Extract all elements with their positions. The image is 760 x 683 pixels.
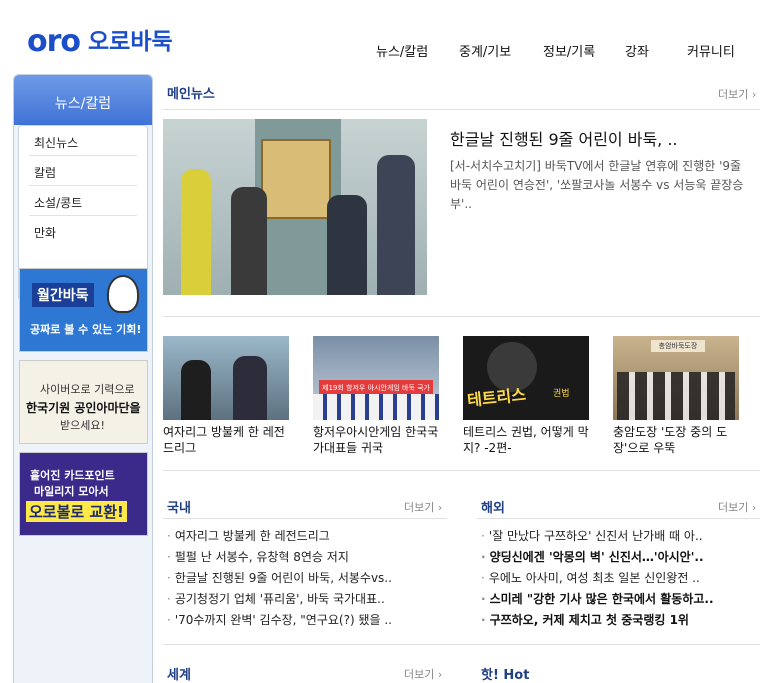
overseas-more-link[interactable]: 더보기 ›: [718, 499, 756, 515]
site-header: oro 오로바둑 뉴스/칼럼 중계/기보 정보/기록 강좌 커뮤니티: [0, 0, 760, 70]
domestic-more-link[interactable]: 더보기 ›: [404, 499, 442, 515]
banner-point-line3: 오로볼로 교환!: [26, 501, 127, 522]
nav-broadcast[interactable]: 중계/기보: [459, 41, 511, 60]
thumb-image-2[interactable]: 제19회 항저우 아시안게임 바둑 국가대표: [313, 336, 439, 420]
sidebar-title: 뉴스/칼럼: [14, 75, 152, 125]
thumb-3-logo: 테트리스: [466, 384, 527, 411]
main-news-more-link[interactable]: 더보기 ›: [718, 86, 756, 102]
overseas-news-title: 해외: [481, 501, 505, 516]
banner-amateur-line1: 사이버오로 기력으로: [40, 383, 135, 396]
banner-point-exchange[interactable]: 흩어진 카드포인트 마일리지 모아서 오로볼로 교환!: [19, 452, 148, 536]
divider: [163, 518, 447, 519]
logo-mark: oro: [27, 24, 81, 59]
main-news-summary[interactable]: [서-서치수고치기] 바둑TV에서 한글날 연휴에 진행한 '9줄 바둑 어린이…: [450, 157, 750, 214]
divider: [163, 109, 760, 110]
list-item[interactable]: · 한글날 진행된 9줄 어린이 바둑, 서봉수vs..: [167, 568, 447, 589]
main-news-photo[interactable]: [163, 119, 427, 295]
thumb-caption-1[interactable]: 여자리그 방불케 한 레전드리그: [163, 424, 293, 456]
banner-monthly-title: 월간바둑: [32, 283, 94, 307]
sidebar-item-comic[interactable]: 만화: [29, 216, 137, 246]
world-more-link[interactable]: 더보기 ›: [404, 666, 442, 682]
go-board-image: [261, 139, 331, 219]
banner-amateur-dan[interactable]: 사이버오로 기력으로 한국기원 공인아마단을 받으세요!: [19, 360, 148, 444]
sidebar-item-latest[interactable]: 최신뉴스: [29, 126, 137, 156]
world-news-title: 세계: [167, 668, 191, 683]
banner-monthly-baduk[interactable]: 월간바둑 공짜로 볼 수 있는 기회!: [19, 268, 148, 352]
nav-community[interactable]: 커뮤니티: [687, 41, 735, 60]
banner-monthly-sub: 공짜로 볼 수 있는 기회!: [30, 323, 142, 336]
hot-news-title: 핫! Hot: [481, 668, 530, 683]
thumb-caption-4[interactable]: 충암도장 '도장 중의 도장'으로 우뚝: [613, 424, 743, 456]
list-item[interactable]: · 공기청정기 업체 '퓨리움', 바둑 국가대표..: [167, 589, 447, 610]
list-item[interactable]: · 스미레 "강한 기사 많은 한국에서 활동하고..: [481, 589, 760, 610]
thumb-image-3[interactable]: 테트리스 권법: [463, 336, 589, 420]
mascot-icon: [107, 275, 139, 313]
thumb-caption-2[interactable]: 항저우아시안게임 한국국가대표들 귀국: [313, 424, 443, 456]
list-item[interactable]: · '70수까지 완벽' 김수장, "연구요(?) 됐을 ..: [167, 610, 447, 631]
sidebar-item-column[interactable]: 칼럼: [29, 156, 137, 186]
banner-amateur-line3: 받으세요!: [60, 419, 105, 432]
nav-news[interactable]: 뉴스/칼럼: [376, 41, 428, 60]
sidebar-item-novel[interactable]: 소설/콩트: [29, 186, 137, 216]
thumb-4-sign: 충암바둑도장: [651, 340, 705, 352]
sidebar: 뉴스/칼럼 최신뉴스 칼럼 소설/콩트 만화 월간바둑 공짜로 볼 수 있는 기…: [13, 74, 153, 683]
domestic-news-list: · 여자리그 방불케 한 레전드리그 · 펄펄 난 서봉수, 유창혁 8연승 저지 …: [167, 526, 447, 631]
list-item[interactable]: · 우에노 아사미, 여성 최초 일본 신인왕전 ..: [481, 568, 760, 589]
list-item[interactable]: · 펄펄 난 서봉수, 유창혁 8연승 저지: [167, 547, 447, 568]
list-item[interactable]: · 양딩신에겐 '악몽의 벽' 신진서…'아시안'..: [481, 547, 760, 568]
logo-text: 오로바둑: [88, 29, 173, 55]
nav-info[interactable]: 정보/기록: [543, 41, 595, 60]
list-item[interactable]: · '잘 만났다 구쯔하오' 신진서 난가배 때 아..: [481, 526, 760, 547]
banner-point-line2: 마일리지 모아서: [34, 485, 109, 498]
banner-amateur-line2: 한국기원 공인아마단을: [26, 401, 141, 415]
thumb-3-logo-sub: 권법: [553, 389, 570, 399]
main-news-headline[interactable]: 한글날 진행된 9줄 어린이 바둑, ..: [450, 126, 678, 150]
thumb-caption-3[interactable]: 테트리스 권법, 어떻게 막지? -2편-: [463, 424, 593, 456]
divider: [163, 470, 760, 471]
thumb-image-4[interactable]: 충암바둑도장: [613, 336, 739, 420]
list-item[interactable]: · 여자리그 방불케 한 레전드리그: [167, 526, 447, 547]
thumb-image-1[interactable]: [163, 336, 289, 420]
domestic-news-title: 국내: [167, 501, 191, 516]
divider: [163, 644, 760, 645]
divider: [163, 316, 760, 317]
nav-lecture[interactable]: 강좌: [625, 41, 649, 60]
site-logo[interactable]: oro 오로바둑: [27, 27, 173, 57]
main-news-title: 메인뉴스: [167, 87, 215, 102]
overseas-news-list: · '잘 만났다 구쯔하오' 신진서 난가배 때 아.. · 양딩신에겐 '악몽의 …: [481, 526, 760, 631]
divider: [477, 518, 760, 519]
banner-point-line1: 흩어진 카드포인트: [30, 469, 115, 482]
list-item[interactable]: · 구쯔하오, 커제 제치고 첫 중국랭킹 1위: [481, 610, 760, 631]
